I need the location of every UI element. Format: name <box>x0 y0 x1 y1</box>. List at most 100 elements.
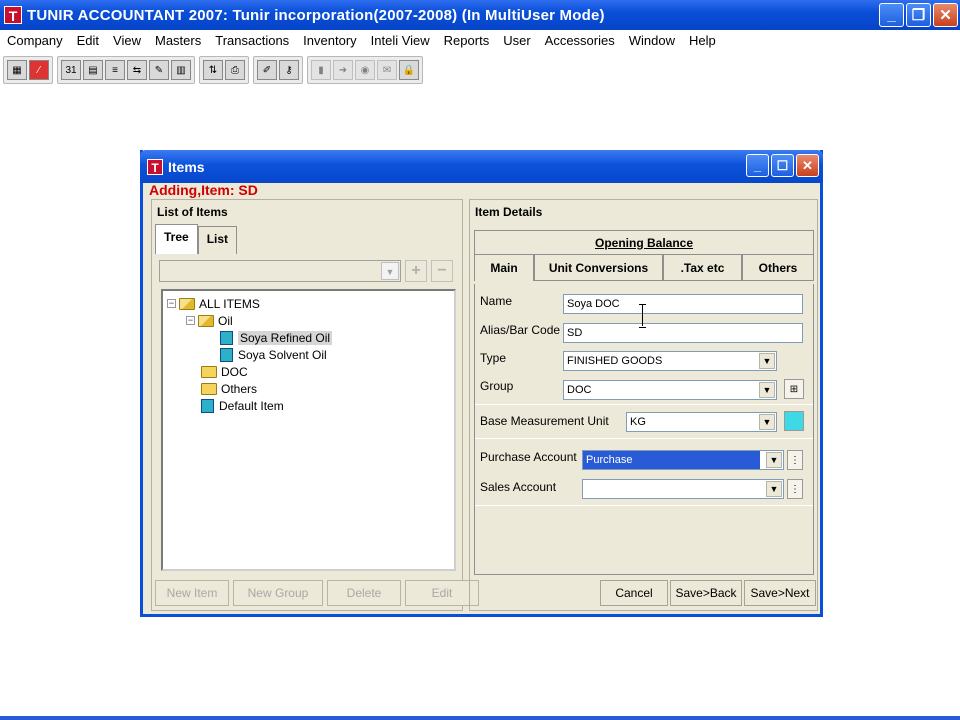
sales-list-icon[interactable]: ⋮ <box>787 479 803 499</box>
menu-user[interactable]: User <box>496 30 537 52</box>
delete-button[interactable]: Delete <box>327 580 401 606</box>
key-icon[interactable]: ⚷ <box>279 60 299 80</box>
menu-edit[interactable]: Edit <box>70 30 106 52</box>
item-icon <box>220 330 233 345</box>
new-item-button[interactable]: New Item <box>155 580 229 606</box>
calculator-icon[interactable]: ▦ <box>7 60 27 80</box>
dialog-close-icon[interactable]: ✕ <box>796 154 819 177</box>
dialog-title: Items <box>168 158 205 175</box>
purchase-list-icon[interactable]: ⋮ <box>787 450 803 470</box>
edit-button[interactable]: Edit <box>405 580 479 606</box>
report-icon[interactable]: ▥ <box>171 60 191 80</box>
purchase-account-label: Purchase Account <box>480 450 577 464</box>
new-group-button[interactable]: New Group <box>233 580 323 606</box>
edit-doc-icon[interactable]: ✎ <box>149 60 169 80</box>
mail-icon[interactable]: ✉ <box>377 60 397 80</box>
items-tree[interactable]: − ALL ITEMS − Oil Soya Refined Oil Soya … <box>161 289 456 571</box>
group-select[interactable]: DOC ▼ <box>563 380 777 400</box>
menu-view[interactable]: View <box>106 30 148 52</box>
menu-accessories[interactable]: Accessories <box>538 30 622 52</box>
menu-inteli-view[interactable]: Inteli View <box>364 30 437 52</box>
item-icon <box>220 347 233 362</box>
taskbar-edge <box>0 716 960 720</box>
chevron-down-icon[interactable]: ▼ <box>766 452 782 468</box>
tab-others[interactable]: Others <box>742 254 814 281</box>
item-filter-dropdown[interactable]: ▼ <box>159 260 401 282</box>
app-logo-icon: T <box>4 6 22 24</box>
toolbar-group-3: ⇅ ⎙ <box>199 56 249 84</box>
status-label: Adding,Item: SD <box>149 182 258 198</box>
tree-node-oil[interactable]: − Oil <box>167 312 454 329</box>
expand-plus-button[interactable]: + <box>405 260 427 282</box>
menu-transactions[interactable]: Transactions <box>208 30 296 52</box>
tree-node-soya-refined-oil[interactable]: Soya Refined Oil <box>167 329 454 346</box>
tree-node-default-item[interactable]: Default Item <box>167 397 454 414</box>
import-export-icon[interactable]: ⇅ <box>203 60 223 80</box>
tab-opening-balance[interactable]: Opening Balance <box>474 230 814 254</box>
menu-window[interactable]: Window <box>622 30 682 52</box>
chevron-down-icon[interactable]: ▼ <box>381 262 399 280</box>
tab-main[interactable]: Main <box>474 254 534 281</box>
menu-help[interactable]: Help <box>682 30 723 52</box>
save-next-button[interactable]: Save>Next <box>744 580 816 606</box>
tree-node-doc[interactable]: DOC <box>167 363 454 380</box>
forward-icon[interactable]: ➜ <box>333 60 353 80</box>
group-tree-icon[interactable]: ⊞ <box>784 379 804 399</box>
dialog-maximize-icon[interactable]: ☐ <box>771 154 794 177</box>
dialog-minimize-icon[interactable]: _ <box>746 154 769 177</box>
name-field[interactable]: Soya DOC <box>563 294 803 314</box>
folder-icon <box>201 365 217 378</box>
folder-open-icon <box>179 297 195 310</box>
toolbar-group-5: ▮ ➜ ◉ ✉ 🔒 <box>307 56 423 84</box>
tab-unit-conversions[interactable]: Unit Conversions <box>534 254 663 281</box>
item-details-panel: Item Details Opening Balance Main Unit C… <box>469 199 818 611</box>
ledger-icon[interactable]: ≡ <box>105 60 125 80</box>
item-details-title: Item Details <box>475 205 543 219</box>
purchase-account-select[interactable]: Purchase ▼ <box>582 450 784 470</box>
print-icon[interactable]: ⎙ <box>225 60 245 80</box>
chevron-down-icon[interactable]: ▼ <box>759 382 775 398</box>
tab-tree[interactable]: Tree <box>155 224 198 254</box>
delete-icon[interactable]: ⁄ <box>29 60 49 80</box>
type-value: FINISHED GOODS <box>567 355 663 367</box>
type-label: Type <box>480 351 507 365</box>
chevron-down-icon[interactable]: ▼ <box>759 414 775 430</box>
menu-company[interactable]: Company <box>0 30 70 52</box>
journal-icon[interactable]: ⇆ <box>127 60 147 80</box>
restore-icon[interactable]: ❐ <box>906 3 931 27</box>
minimize-icon[interactable]: _ <box>879 3 904 27</box>
chevron-down-icon[interactable]: ▼ <box>759 353 775 369</box>
type-select[interactable]: FINISHED GOODS ▼ <box>563 351 777 371</box>
tab-tax-etc[interactable]: .Tax etc <box>663 254 742 281</box>
open-icon[interactable]: ▮ <box>311 60 331 80</box>
collapse-icon[interactable]: − <box>167 299 176 308</box>
lock-icon[interactable]: 🔒 <box>399 60 419 80</box>
menu-masters[interactable]: Masters <box>148 30 208 52</box>
collapse-icon[interactable]: − <box>186 316 195 325</box>
collapse-minus-button[interactable]: − <box>431 260 453 282</box>
calendar-icon[interactable]: 31 <box>61 60 81 80</box>
base-unit-label: Base Measurement Unit <box>480 414 609 428</box>
tab-list[interactable]: List <box>197 226 238 254</box>
cancel-button[interactable]: Cancel <box>600 580 668 606</box>
chevron-down-icon[interactable]: ▼ <box>766 481 782 497</box>
alias-label: Alias/Bar Code <box>480 323 561 337</box>
notes-icon[interactable]: ✐ <box>257 60 277 80</box>
group-label: Group <box>480 379 514 393</box>
save-back-button[interactable]: Save>Back <box>670 580 742 606</box>
separator <box>475 404 813 405</box>
base-unit-select[interactable]: KG ▼ <box>626 412 777 432</box>
alias-field[interactable]: SD <box>563 323 803 343</box>
menu-inventory[interactable]: Inventory <box>296 30 363 52</box>
voucher-icon[interactable]: ▤ <box>83 60 103 80</box>
tree-node-all-items[interactable]: − ALL ITEMS <box>167 295 454 312</box>
unit-add-icon[interactable] <box>784 411 804 431</box>
sales-account-select[interactable]: ▼ <box>582 479 784 499</box>
tree-node-soya-solvent-oil[interactable]: Soya Solvent Oil <box>167 346 454 363</box>
folder-open-icon <box>198 314 214 327</box>
close-icon[interactable]: ✕ <box>933 3 958 27</box>
tree-label: Oil <box>218 313 233 328</box>
bag-icon[interactable]: ◉ <box>355 60 375 80</box>
menu-reports[interactable]: Reports <box>437 30 497 52</box>
tree-node-others[interactable]: Others <box>167 380 454 397</box>
